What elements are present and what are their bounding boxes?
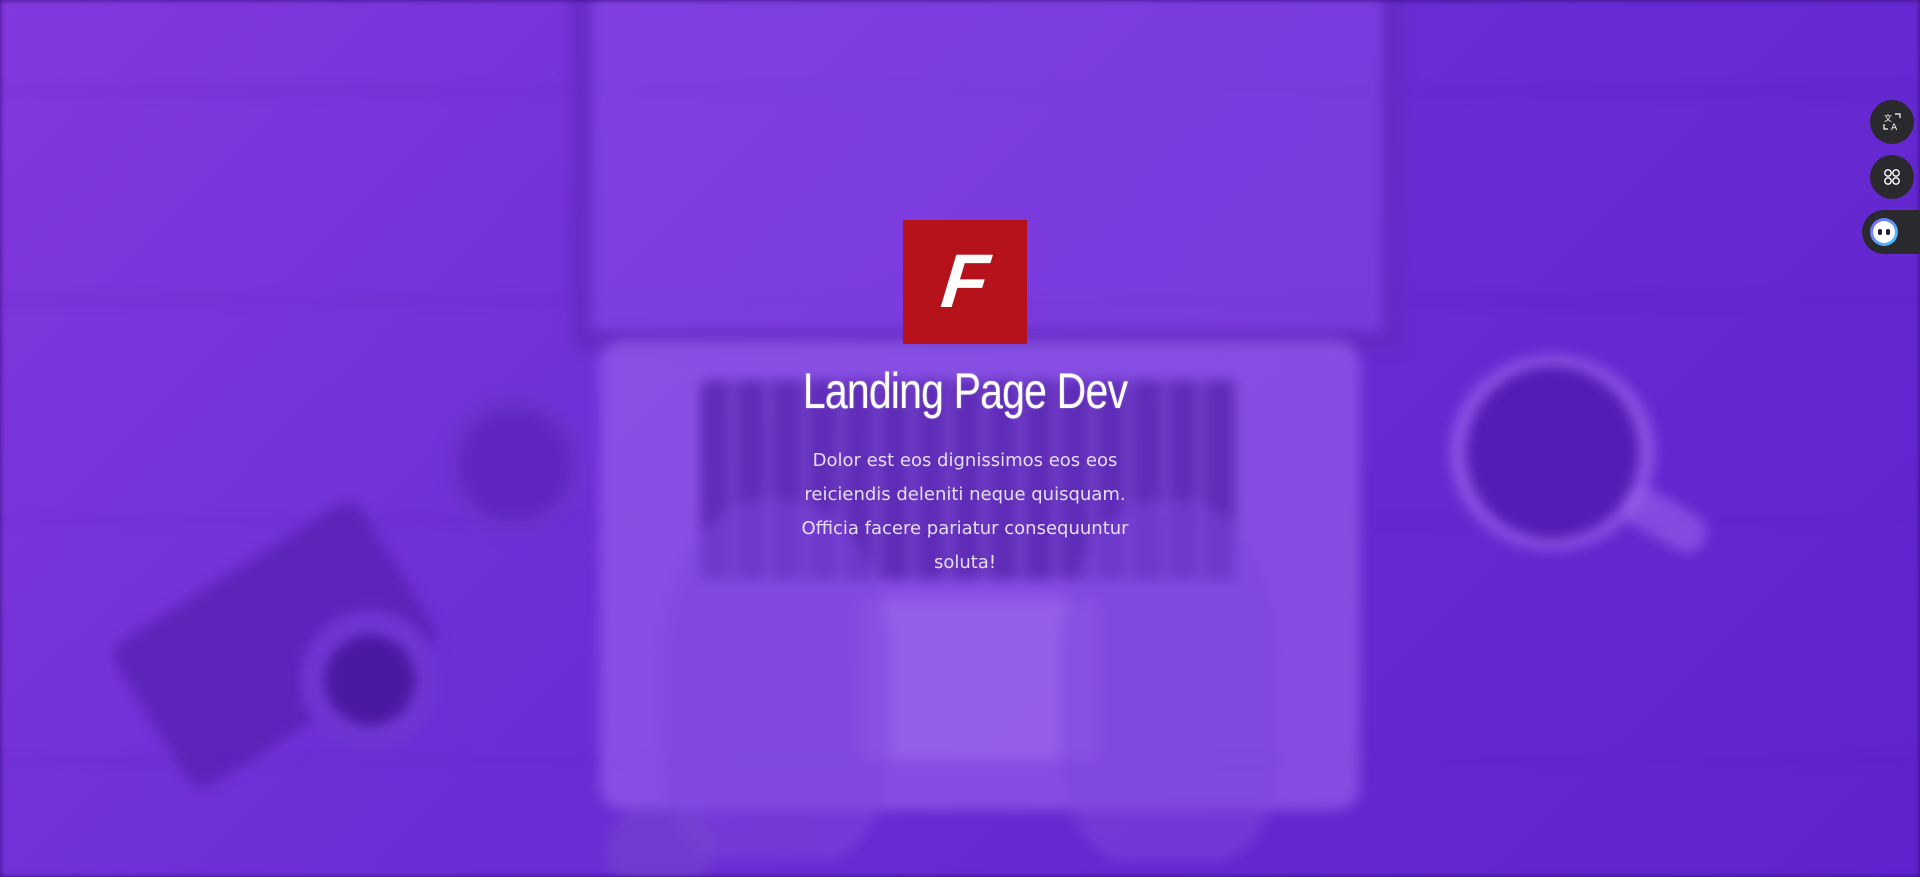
assistant-face [1873,221,1895,243]
assistant-eye [1886,229,1890,235]
assistant-button[interactable] [1862,210,1920,254]
hero-content: F Landing Page Dev Dolor est eos digniss… [760,220,1170,580]
hero-description: Dolor est eos dignissimos eos eos reicie… [801,450,1129,573]
hero-section: F Landing Page Dev Dolor est eos digniss… [0,0,1920,877]
page-title: Landing Page Dev [802,363,1128,419]
apps-button[interactable] [1870,155,1914,199]
assistant-icon [1870,218,1898,246]
assistant-eye [1878,229,1882,235]
apps-grid-icon [1884,169,1900,185]
svg-text:文: 文 [1884,113,1892,123]
svg-text:A: A [1891,123,1898,132]
translate-button[interactable]: 文 A [1870,100,1914,144]
logo-letter: F [937,239,993,324]
translate-icon: 文 A [1883,113,1901,132]
brand-logo[interactable]: F [903,220,1027,344]
